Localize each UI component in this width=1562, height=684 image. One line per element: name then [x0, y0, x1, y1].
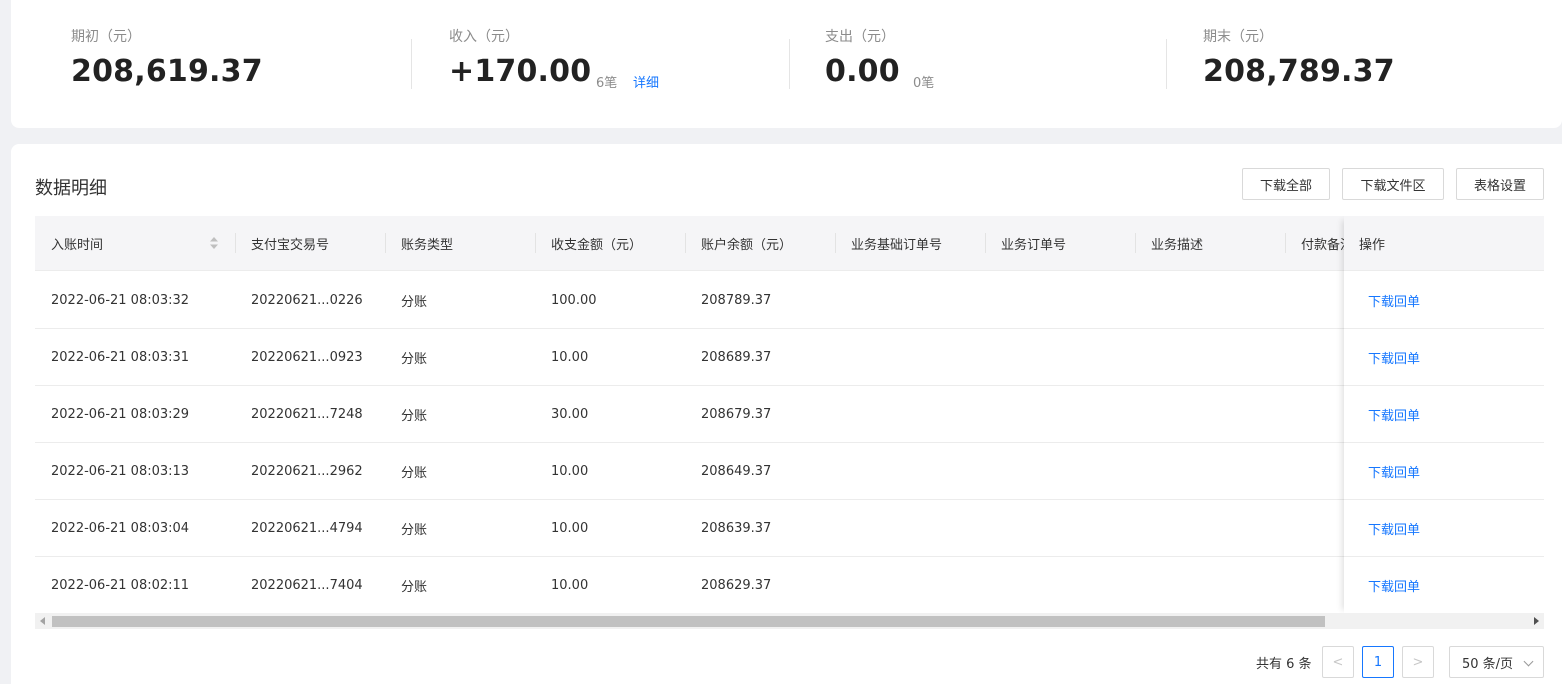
column-separator: [235, 233, 236, 253]
stat-closing-value: 208,789.37: [1203, 54, 1395, 89]
cell-time: 2022-06-21 08:02:11: [51, 577, 190, 593]
cell-time: 2022-06-21 08:03:29: [51, 406, 190, 422]
column-header-action: 操作: [1344, 216, 1544, 271]
income-detail-link[interactable]: 详细: [633, 72, 659, 91]
download-receipt-link[interactable]: 下载回单: [1344, 329, 1544, 386]
cell-type: 分账: [401, 408, 428, 424]
sort-icon[interactable]: [209, 236, 219, 250]
table-row: 2022-06-21 08:03:32 20220621...0226 分账 1…: [35, 272, 1544, 329]
arrow-left-icon[interactable]: [40, 617, 45, 625]
cell-type: 分账: [401, 465, 428, 481]
column-header-description: 业务描述: [1151, 238, 1204, 253]
column-header-base-order: 业务基础订单号: [851, 238, 943, 253]
cell-trade-no: 20220621...7404: [251, 577, 363, 593]
cell-type: 分账: [401, 579, 428, 595]
stat-divider: [789, 39, 790, 89]
cell-type: 分账: [401, 294, 428, 310]
cell-trade-no: 20220621...4794: [251, 520, 363, 536]
cell-amount: 10.00: [551, 349, 589, 365]
column-separator: [685, 233, 686, 253]
column-header-order: 业务订单号: [1001, 238, 1067, 253]
column-header-amount: 收支金额（元）: [551, 238, 643, 253]
table-row: 2022-06-21 08:02:11 20220621...7404 分账 1…: [35, 557, 1544, 614]
cell-trade-no: 20220621...0226: [251, 292, 363, 308]
download-receipt-link[interactable]: 下载回单: [1344, 443, 1544, 500]
cell-trade-no: 20220621...7248: [251, 406, 363, 422]
stat-divider: [411, 39, 412, 89]
cell-balance: 208789.37: [701, 292, 772, 308]
column-separator: [385, 233, 386, 253]
stat-income-label: 收入（元）: [449, 29, 519, 45]
column-header-time[interactable]: 入账时间: [51, 216, 201, 271]
cell-amount: 10.00: [551, 520, 589, 536]
cell-amount: 30.00: [551, 406, 589, 422]
cell-balance: 208639.37: [701, 520, 772, 536]
detail-panel: 数据明细 下载全部 下载文件区 表格设置 入账时间 支付宝交易号 账务类型 收支…: [11, 144, 1562, 684]
cell-balance: 208649.37: [701, 463, 772, 479]
cell-amount: 10.00: [551, 463, 589, 479]
cell-time: 2022-06-21 08:03:31: [51, 349, 190, 365]
column-header-balance: 账户余额（元）: [701, 238, 793, 253]
column-header-type: 账务类型: [401, 238, 454, 253]
next-page-button[interactable]: >: [1402, 646, 1434, 678]
table-row: 2022-06-21 08:03:13 20220621...2962 分账 1…: [35, 443, 1544, 500]
page-1-button[interactable]: 1: [1362, 646, 1394, 678]
summary-panel: 期初（元） 208,619.37 收入（元） +170.00 6笔 详细 支出（…: [11, 0, 1562, 128]
table-row: 2022-06-21 08:03:04 20220621...4794 分账 1…: [35, 500, 1544, 557]
cell-time: 2022-06-21 08:03:04: [51, 520, 190, 536]
download-receipt-link[interactable]: 下载回单: [1344, 272, 1544, 329]
cell-balance: 208689.37: [701, 349, 772, 365]
table-row: 2022-06-21 08:03:29 20220621...7248 分账 3…: [35, 386, 1544, 443]
column-header-trade-no: 支付宝交易号: [251, 238, 330, 253]
chevron-down-icon: [1523, 656, 1534, 667]
column-separator: [985, 233, 986, 253]
stat-opening-label: 期初（元）: [71, 29, 141, 45]
cell-time: 2022-06-21 08:03:32: [51, 292, 190, 308]
cell-type: 分账: [401, 351, 428, 367]
stat-closing-label: 期末（元）: [1203, 29, 1273, 45]
table-settings-button[interactable]: 表格设置: [1456, 168, 1544, 200]
download-receipt-link[interactable]: 下载回单: [1344, 500, 1544, 557]
stat-income-value: +170.00: [449, 54, 592, 89]
scrollbar-thumb[interactable]: [52, 616, 1325, 627]
page-size-label: 50 条/页: [1462, 656, 1514, 672]
column-separator: [835, 233, 836, 253]
stat-expense-count: 0笔: [913, 76, 935, 91]
horizontal-scrollbar[interactable]: [35, 613, 1544, 629]
section-title: 数据明细: [35, 178, 107, 199]
pagination-total: 共有 6 条: [1256, 657, 1312, 672]
arrow-right-icon[interactable]: [1534, 617, 1539, 625]
download-receipt-link[interactable]: 下载回单: [1344, 557, 1544, 614]
cell-amount: 10.00: [551, 577, 589, 593]
stat-expense-value: 0.00: [825, 54, 900, 89]
cell-time: 2022-06-21 08:03:13: [51, 463, 190, 479]
cell-type: 分账: [401, 522, 428, 538]
download-all-button[interactable]: 下载全部: [1242, 168, 1330, 200]
download-files-button[interactable]: 下载文件区: [1342, 168, 1444, 200]
column-separator: [1135, 233, 1136, 253]
stat-divider: [1166, 39, 1167, 89]
table-header: 入账时间 支付宝交易号 账务类型 收支金额（元） 账户余额（元） 业务基础订单号…: [35, 216, 1544, 271]
column-separator: [535, 233, 536, 253]
prev-page-button[interactable]: <: [1322, 646, 1354, 678]
cell-balance: 208679.37: [701, 406, 772, 422]
page-size-select[interactable]: 50 条/页: [1449, 646, 1544, 678]
stat-opening-value: 208,619.37: [71, 54, 263, 89]
stat-income-count: 6笔: [596, 76, 618, 91]
data-table: 入账时间 支付宝交易号 账务类型 收支金额（元） 账户余额（元） 业务基础订单号…: [35, 216, 1544, 614]
cell-amount: 100.00: [551, 292, 597, 308]
cell-balance: 208629.37: [701, 577, 772, 593]
action-column: 操作 下载回单 下载回单 下载回单 下载回单 下载回单 下载回单: [1344, 216, 1544, 614]
stat-expense-label: 支出（元）: [825, 29, 895, 45]
download-receipt-link[interactable]: 下载回单: [1344, 386, 1544, 443]
table-row: 2022-06-21 08:03:31 20220621...0923 分账 1…: [35, 329, 1544, 386]
cell-trade-no: 20220621...2962: [251, 463, 363, 479]
cell-trade-no: 20220621...0923: [251, 349, 363, 365]
column-separator: [1285, 233, 1286, 253]
